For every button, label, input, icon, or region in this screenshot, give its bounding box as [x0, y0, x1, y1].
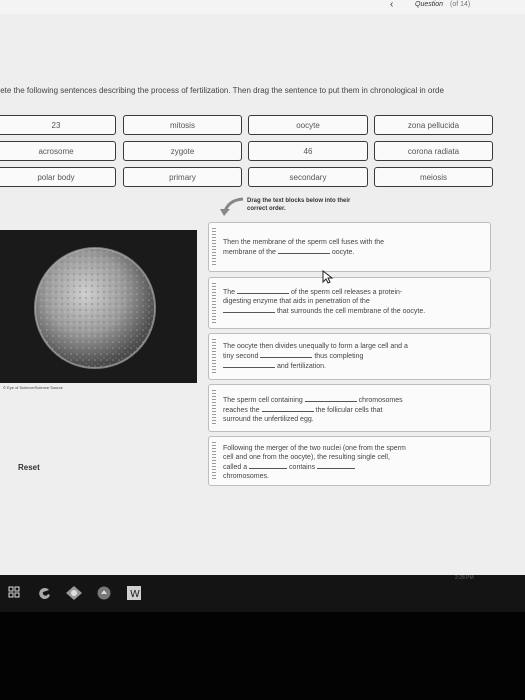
sentence-text: the follicular cells that	[315, 407, 383, 414]
word-polar-body[interactable]: polar body	[0, 167, 116, 187]
word-23[interactable]: 23	[0, 115, 116, 135]
monitor-bezel	[0, 612, 525, 700]
sentence-card-zygote[interactable]: Following the merger of the two nuclei (…	[208, 436, 491, 486]
word-acrosome[interactable]: acrosome	[0, 141, 116, 161]
edge-browser-icon[interactable]	[38, 586, 52, 600]
sentence-card-sperm-reaches[interactable]: The sperm cell containing chromosomes re…	[208, 384, 491, 432]
sentence-text: surround the unfertilized egg.	[223, 416, 314, 423]
sentence-card-membrane-fusion[interactable]: Then the membrane of the sperm cell fuse…	[208, 222, 491, 272]
app-circle-icon[interactable]	[97, 586, 111, 600]
word-secondary[interactable]: secondary	[248, 167, 368, 187]
taskbar-clock: 2:28 PM	[455, 575, 474, 581]
blank-drop-zone[interactable]	[277, 247, 330, 254]
sentence-text: thus completing	[314, 353, 364, 360]
sentence-text: and fertilization.	[276, 363, 326, 370]
drag-hint: Drag the text blocks below into their co…	[247, 197, 350, 213]
word-primary[interactable]: primary	[123, 167, 242, 187]
curved-arrow-icon	[220, 197, 244, 216]
previous-question-button[interactable]: ‹	[390, 0, 393, 10]
mouse-pointer-icon	[322, 270, 334, 284]
blank-drop-zone[interactable]	[223, 306, 275, 313]
blank-drop-zone[interactable]	[304, 395, 357, 402]
image-credit: © Eye of Science/Science Source	[3, 385, 63, 390]
sentence-text: oocyte.	[331, 249, 355, 256]
hint-line-1: Drag the text blocks below into their	[247, 198, 351, 204]
drag-handle-icon[interactable]	[212, 442, 216, 480]
drag-handle-icon[interactable]	[212, 390, 216, 426]
word-46[interactable]: 46	[248, 141, 368, 161]
word-icon[interactable]: W	[127, 586, 141, 600]
blank-drop-zone[interactable]	[317, 462, 356, 469]
sentence-text: contains	[289, 464, 316, 471]
sentence-text: The sperm cell containing	[223, 397, 303, 404]
sentence-text: chromosomes	[358, 397, 403, 404]
blank-drop-zone[interactable]	[237, 287, 290, 294]
svg-text:W: W	[130, 589, 140, 600]
word-zygote[interactable]: zygote	[123, 141, 242, 161]
sentence-card-second-meiosis[interactable]: The oocyte then divides unequally to for…	[208, 333, 491, 380]
drag-handle-icon[interactable]	[212, 283, 216, 323]
task-view-icon[interactable]	[8, 586, 20, 598]
instruction-text: plete the following sentences describing…	[0, 86, 444, 95]
word-meiosis[interactable]: meiosis	[374, 167, 493, 187]
question-label: Question	[415, 1, 444, 8]
sentence-text: membrane of the	[223, 249, 276, 256]
hint-line-2: correct order.	[247, 206, 286, 212]
reset-button[interactable]: Reset	[18, 463, 40, 472]
word-oocyte[interactable]: oocyte	[248, 115, 368, 135]
sentence-text: digesting enzyme that aids in penetratio…	[223, 298, 370, 305]
sentence-text: that surrounds the cell membrane of the …	[276, 308, 426, 315]
sentence-text: Following the merger of the two nuclei (…	[223, 445, 406, 452]
blank-drop-zone[interactable]	[223, 361, 275, 368]
word-corona-radiata[interactable]: corona radiata	[374, 141, 493, 161]
question-count: (of 14)	[450, 1, 471, 8]
word-mitosis[interactable]: mitosis	[123, 115, 242, 135]
quiz-page: ‹ Question (of 14) plete the following s…	[0, 0, 525, 575]
app-diamond-icon[interactable]	[66, 586, 82, 600]
sentence-text: reaches the	[223, 407, 260, 414]
sentence-text: tiny second	[223, 353, 259, 360]
drag-handle-icon[interactable]	[212, 228, 216, 266]
word-zona-pellucida[interactable]: zona pellucida	[374, 115, 493, 135]
drag-handle-icon[interactable]	[212, 339, 216, 374]
oocyte-micrograph-image	[0, 230, 197, 383]
sentence-text: The oocyte then divides unequally to for…	[223, 343, 408, 350]
sentence-card-acrosome-reaction[interactable]: The of the sperm cell releases a protein…	[208, 277, 491, 329]
question-instruction: plete the following sentences describing…	[0, 86, 525, 95]
blank-drop-zone[interactable]	[260, 351, 313, 358]
blank-drop-zone[interactable]	[249, 462, 288, 469]
sentence-text: cell and one from the oocyte), the resul…	[223, 454, 390, 461]
sentence-text: The	[223, 289, 236, 296]
sentence-text: called a	[223, 464, 248, 471]
blank-drop-zone[interactable]	[261, 405, 314, 412]
sentence-text: of the sperm cell releases a protein-	[290, 289, 403, 296]
question-header: ‹ Question (of 14)	[0, 0, 525, 14]
sentence-text: Then the membrane of the sperm cell fuse…	[223, 239, 385, 246]
sentence-text: chromosomes.	[223, 473, 269, 480]
